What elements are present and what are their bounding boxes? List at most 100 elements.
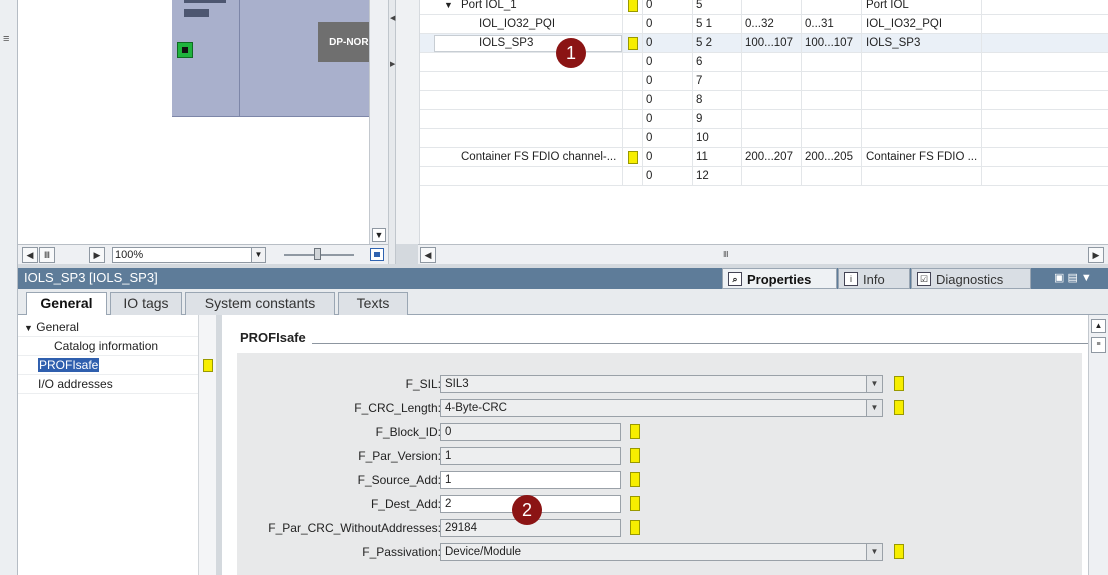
nav-item-general[interactable]: ▼ General: [18, 318, 198, 337]
q-address-cell: 0...31: [802, 15, 862, 34]
module-name-cell[interactable]: Container FS FDIO channel-...: [420, 148, 623, 167]
status-badge: [894, 544, 904, 559]
field-label: F_SIL:: [405, 377, 441, 391]
field-input[interactable]: 1: [440, 471, 621, 489]
module-name-cell[interactable]: [420, 91, 623, 110]
scroll-right-icon[interactable]: ▶: [1088, 247, 1104, 263]
form-row: F_Block_ID: 0: [237, 422, 1082, 444]
expand-arrow-icon[interactable]: ▶: [390, 60, 395, 68]
tab-general[interactable]: General: [26, 292, 107, 316]
table-row[interactable]: 0 10: [420, 129, 1108, 148]
chevron-down-icon[interactable]: ▼: [866, 376, 882, 392]
port-connector-icon[interactable]: [177, 42, 193, 58]
nav-item-catalog-information[interactable]: Catalog information: [18, 337, 198, 356]
callout-marker: 1: [556, 38, 586, 68]
expand-arrow-icon[interactable]: ▼: [24, 323, 33, 333]
fit-to-window-icon[interactable]: [370, 248, 384, 261]
view-splitter[interactable]: ◀ ▶: [388, 0, 396, 264]
rack-cell: 0: [643, 167, 693, 186]
field-label: F_CRC_Length:: [354, 401, 441, 415]
q-address-cell: [802, 167, 862, 186]
status-badge: [630, 496, 640, 511]
module-name-edit-field[interactable]: IOLS_SP3: [434, 35, 622, 52]
module-name: Container FS FDIO channel-...: [461, 151, 617, 163]
scroll-grip-icon[interactable]: Ⅲ: [39, 247, 55, 263]
tab-io-tags[interactable]: IO tags: [110, 292, 182, 315]
scroll-left-icon[interactable]: ◀: [22, 247, 38, 263]
slot-cell: 5 1: [693, 15, 742, 34]
scroll-left-icon[interactable]: ◀: [420, 247, 436, 263]
module-name-cell[interactable]: [420, 167, 623, 186]
nav-item-profisafe[interactable]: PROFIsafe: [18, 356, 198, 375]
expand-arrow-icon[interactable]: ▼: [444, 0, 453, 15]
status-badge: [203, 359, 213, 372]
type-cell: IOLS_SP3: [862, 34, 982, 53]
status-cell: [623, 0, 643, 15]
table-row[interactable]: IOL_IO32_PQI 0 5 1 0...32 0...31 IOL_IO32_PQI: [420, 15, 1108, 34]
zoom-select[interactable]: 100% ▼: [112, 247, 266, 263]
tab-info[interactable]: i Info: [838, 268, 910, 289]
form-row: F_SIL: SIL3 ▼: [237, 374, 1082, 396]
extra-cell: [982, 148, 1108, 167]
chevron-down-icon[interactable]: ▼: [866, 400, 882, 416]
panel-grip-icon[interactable]: ≡: [3, 33, 9, 45]
device-view-vertical-scrollbar[interactable]: ▼: [369, 0, 388, 244]
form-row: F_Par_Version: 1: [237, 446, 1082, 468]
tab-system-constants[interactable]: System constants: [185, 292, 335, 315]
field-select[interactable]: 4-Byte-CRC ▼: [440, 399, 883, 417]
left-panel-strip[interactable]: ≡: [0, 0, 18, 268]
nav-item-io-addresses[interactable]: I/O addresses: [18, 375, 198, 394]
tab-properties[interactable]: ⌕ Properties: [722, 268, 837, 289]
status-cell: [623, 53, 643, 72]
scroll-thumb[interactable]: ≡: [1091, 337, 1106, 353]
module-name-cell[interactable]: [420, 129, 623, 148]
scroll-down-icon[interactable]: ▼: [372, 228, 386, 242]
module-name-cell[interactable]: [420, 72, 623, 91]
window-controls-icon[interactable]: ▣ ▤ ▼: [1054, 271, 1092, 284]
zoom-slider[interactable]: [284, 248, 354, 260]
field-input[interactable]: 1: [440, 447, 621, 465]
status-cell: [623, 129, 643, 148]
scroll-up-icon[interactable]: ▲: [1091, 319, 1106, 333]
module-name-cell[interactable]: IOL_IO32_PQI: [420, 15, 623, 34]
properties-content: PROFIsafe F_SIL: SIL3 ▼ F_CRC_Length: 4-Byte…: [222, 315, 1088, 575]
status-badge: [630, 520, 640, 535]
table-row[interactable]: 07: [420, 72, 1108, 91]
content-vertical-scrollbar[interactable]: ▲ ≡: [1088, 315, 1108, 575]
table-row[interactable]: IOLS_SP3 0 5 2 100...107 100...107 IOLS_SP3: [420, 34, 1108, 53]
module-name-cell[interactable]: [420, 53, 623, 72]
module-name-cell[interactable]: ▼ Port IOL_1: [420, 0, 623, 15]
rack-cell: 0: [643, 148, 693, 167]
table-row[interactable]: Container FS FDIO channel-... 0 11 200...20…: [420, 148, 1108, 167]
field-input[interactable]: 0: [440, 423, 621, 441]
module-name-cell[interactable]: IOLS_SP3: [420, 34, 623, 53]
nav-scrollbar[interactable]: [198, 315, 216, 575]
module-name-cell[interactable]: [420, 110, 623, 129]
zoom-slider-knob[interactable]: [314, 248, 321, 260]
field-select[interactable]: SIL3 ▼: [440, 375, 883, 393]
table-row[interactable]: 06: [420, 53, 1108, 72]
field-select[interactable]: Device/Module ▼: [440, 543, 883, 561]
scroll-grip-icon[interactable]: Ⅲ: [723, 250, 729, 259]
table-horizontal-scrollbar[interactable]: ◀ Ⅲ ▶: [418, 244, 1108, 264]
type-cell: Port IOL: [862, 0, 982, 15]
extra-cell: [982, 53, 1108, 72]
table-row[interactable]: 0 12: [420, 167, 1108, 186]
table-row[interactable]: ▼ Port IOL_1 0 5 Port IOL: [420, 0, 1108, 15]
scroll-right-icon[interactable]: ▶: [89, 247, 105, 263]
field-label: F_Block_ID:: [375, 425, 441, 439]
table-row[interactable]: 08: [420, 91, 1108, 110]
type-cell: IOL_IO32_PQI: [862, 15, 982, 34]
chevron-down-icon[interactable]: ▼: [866, 544, 882, 560]
type-cell: Container FS FDIO ...: [862, 148, 982, 167]
rack-divider: [239, 0, 240, 117]
device-view[interactable]: DP-NORM: [18, 0, 388, 244]
table-row[interactable]: 09: [420, 110, 1108, 129]
tab-texts[interactable]: Texts: [338, 292, 408, 315]
chevron-down-icon[interactable]: ▼: [251, 248, 265, 262]
q-address-cell: [802, 110, 862, 129]
status-badge: [628, 37, 638, 50]
device-rack[interactable]: DP-NORM: [172, 0, 388, 117]
collapse-arrow-icon[interactable]: ◀: [390, 14, 395, 22]
tab-diagnostics[interactable]: ☑ Diagnostics: [911, 268, 1031, 289]
